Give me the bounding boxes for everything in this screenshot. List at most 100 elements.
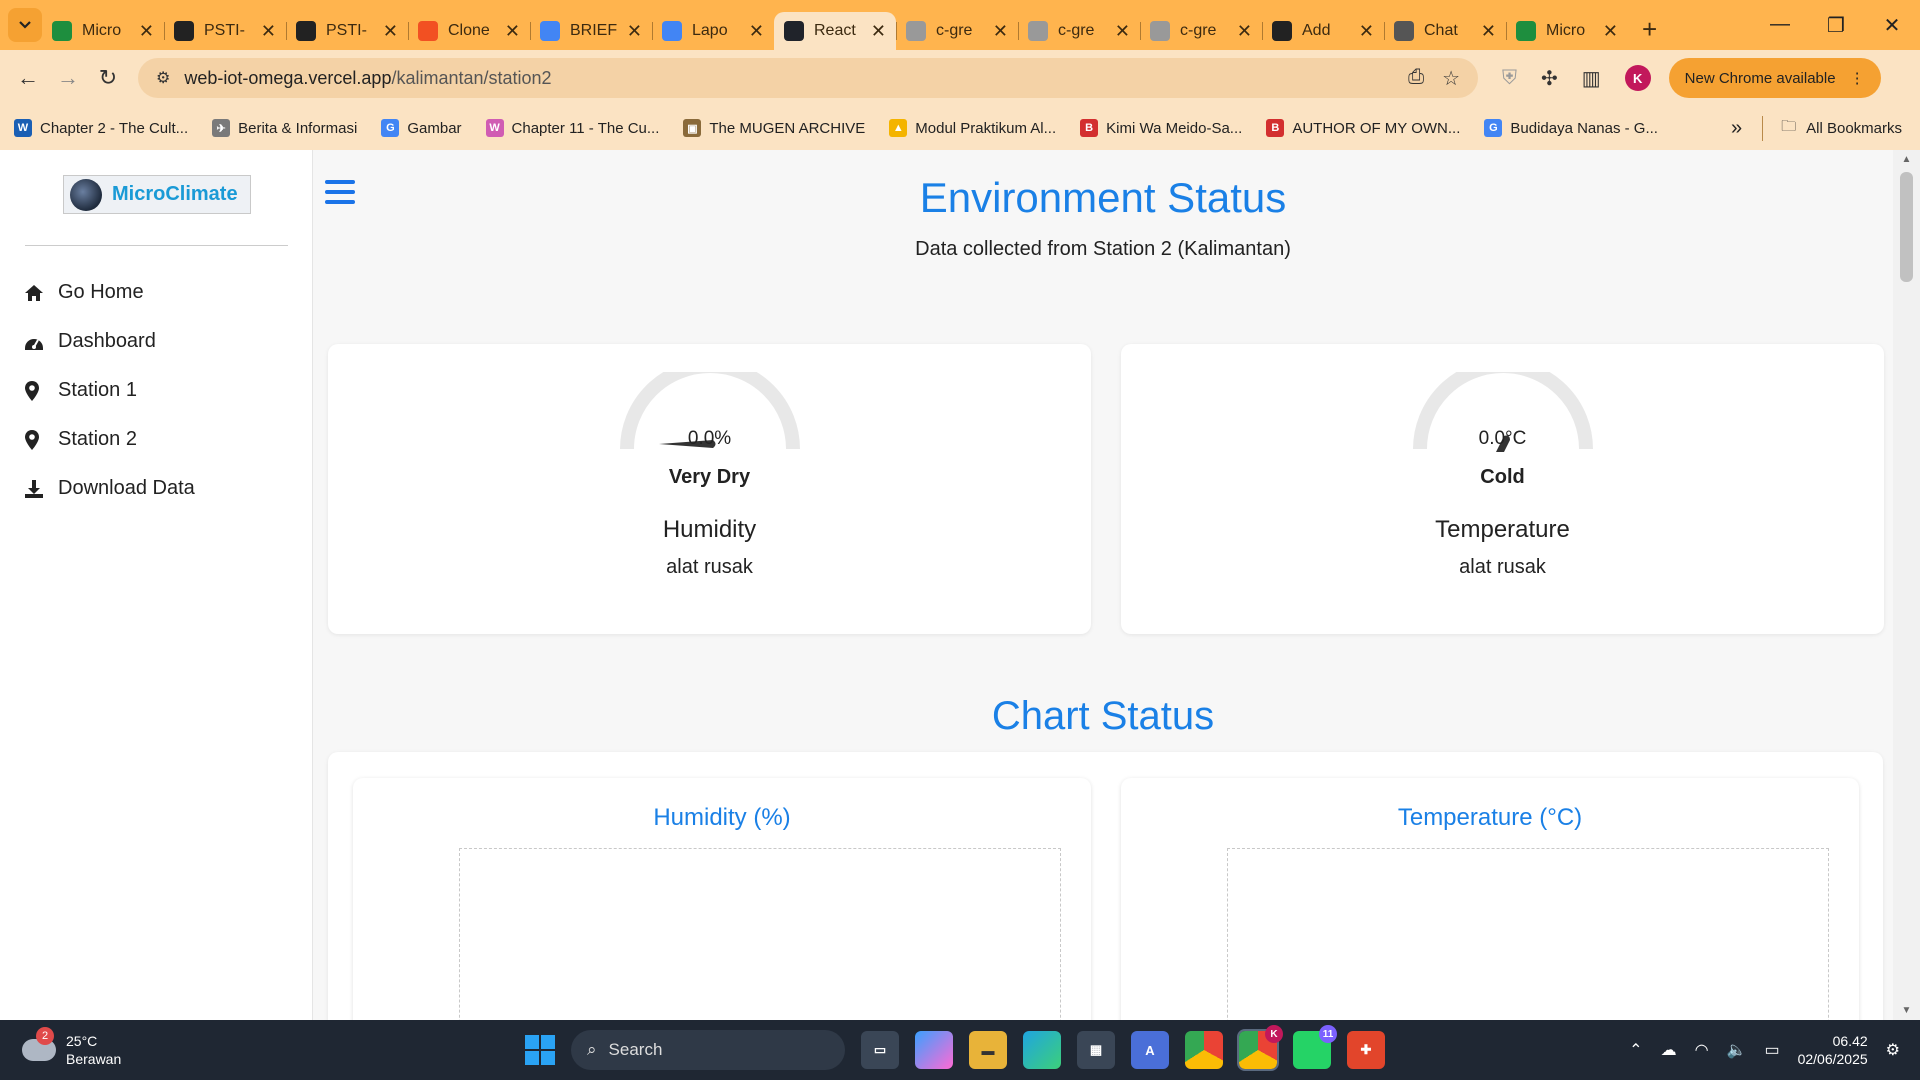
address-bar[interactable]: ⚙ web-iot-omega.vercel.app/kalimantan/st… [138, 58, 1478, 98]
close-tab-icon[interactable]: ✕ [1115, 21, 1130, 42]
volume-icon[interactable]: 🔈 [1727, 1040, 1747, 1060]
browser-tab[interactable]: PSTI- ✕ [164, 12, 286, 50]
close-tab-icon[interactable]: ✕ [627, 21, 642, 42]
close-tab-icon[interactable]: ✕ [871, 21, 886, 42]
chrome-update-button[interactable]: New Chrome available ⋮ [1668, 58, 1881, 98]
weather-temp: 25°C [66, 1033, 98, 1049]
edge-icon[interactable] [1023, 1031, 1061, 1069]
browser-tab[interactable]: React ✕ [774, 12, 896, 50]
close-tab-icon[interactable]: ✕ [383, 21, 398, 42]
store-icon[interactable]: ▦ [1077, 1031, 1115, 1069]
browser-tab[interactable]: Micro ✕ [1506, 12, 1628, 50]
sidebar-item-dashboard[interactable]: Dashboard [24, 317, 195, 366]
blogger-icon: B [1266, 119, 1285, 137]
bookmark-item[interactable]: W Chapter 11 - The Cu... [485, 119, 660, 137]
humidity-chart-area [459, 848, 1061, 1020]
scroll-down-icon[interactable]: ▼ [1893, 1005, 1920, 1016]
browser-tab[interactable]: BRIEF ✕ [530, 12, 652, 50]
bookmark-label: Kimi Wa Meido-Sa... [1106, 119, 1243, 137]
back-button[interactable]: ← [8, 65, 48, 91]
task-view-icon[interactable]: ▭ [861, 1031, 899, 1069]
taskbar-search[interactable]: ⌕ Search [571, 1030, 845, 1070]
profile-avatar[interactable]: K [1624, 65, 1651, 91]
bookmark-item[interactable]: B AUTHOR OF MY OWN... [1266, 119, 1460, 137]
browser-tab[interactable]: Micro ✕ [42, 12, 164, 50]
close-tab-icon[interactable]: ✕ [1359, 21, 1374, 42]
browser-tab[interactable]: c-gre ✕ [896, 12, 1018, 50]
browser-tab[interactable]: Lapo ✕ [652, 12, 774, 50]
whatsapp-icon[interactable]: 11 [1293, 1025, 1337, 1069]
copilot-icon[interactable] [915, 1031, 953, 1069]
update-label: New Chrome available [1684, 69, 1836, 87]
close-tab-icon[interactable]: ✕ [139, 21, 154, 42]
globe-icon [1150, 21, 1170, 41]
close-tab-icon[interactable]: ✕ [1481, 21, 1496, 42]
bookmark-label: Chapter 11 - The Cu... [511, 119, 660, 137]
bookmark-item[interactable]: W Chapter 2 - The Cult... [14, 119, 188, 137]
bookmark-item[interactable]: ✈ Berita & Informasi [212, 119, 357, 137]
browser-tab[interactable]: PSTI- ✕ [286, 12, 408, 50]
search-icon: ⌕ [587, 1040, 597, 1059]
onedrive-icon[interactable]: ☁ [1661, 1040, 1677, 1060]
all-bookmarks-button[interactable]: 🗀 All Bookmarks [1762, 115, 1902, 141]
chrome-icon[interactable] [1185, 1031, 1223, 1069]
github-icon [296, 21, 316, 41]
sidebar-item-station-1[interactable]: Station 1 [24, 366, 195, 415]
sidebar-item-station-2[interactable]: Station 2 [24, 415, 195, 464]
clock[interactable]: 06.42 02/06/2025 [1798, 1032, 1868, 1068]
side-panel-icon[interactable]: ▥ [1582, 66, 1601, 91]
reload-button[interactable]: ↻ [88, 65, 128, 91]
wifi-icon[interactable]: ◠ [1695, 1040, 1709, 1060]
page-scrollbar[interactable]: ▲ ▼ [1893, 150, 1920, 1020]
home-icon [24, 284, 58, 302]
close-tab-icon[interactable]: ✕ [1603, 21, 1618, 42]
browser-tab[interactable]: c-gre ✕ [1018, 12, 1140, 50]
maximize-button[interactable]: ❐ [1808, 13, 1864, 38]
browser-tab[interactable]: Clone ✕ [408, 12, 530, 50]
weather-widget[interactable]: 2 25°C Berawan [22, 1027, 121, 1068]
close-window-button[interactable]: ✕ [1864, 13, 1920, 38]
app-a-icon[interactable]: A [1131, 1031, 1169, 1069]
bookmark-item[interactable]: G Gambar [381, 119, 462, 137]
extension-shield-icon[interactable]: ⛨ [1502, 67, 1517, 90]
close-tab-icon[interactable]: ✕ [993, 21, 1008, 42]
close-tab-icon[interactable]: ✕ [749, 21, 764, 42]
minimize-button[interactable]: — [1752, 13, 1808, 38]
bookmark-item[interactable]: ▲ Modul Praktikum Al... [889, 119, 1056, 137]
bookmark-item[interactable]: G Budidaya Nanas - G... [1484, 119, 1658, 137]
app-logo[interactable]: MicroClimate [63, 175, 251, 214]
globe-icon [1028, 21, 1048, 41]
install-app-icon[interactable]: ⎙ [1408, 66, 1424, 91]
extensions-puzzle-icon[interactable]: ✣ [1541, 66, 1558, 91]
notifications-icon[interactable]: ⚙ [1886, 1040, 1900, 1060]
browser-tab[interactable]: Add ✕ [1262, 12, 1384, 50]
drive-icon: ▲ [889, 119, 908, 137]
close-tab-icon[interactable]: ✕ [261, 21, 276, 42]
bookmark-item[interactable]: ▣ The MUGEN ARCHIVE [683, 119, 865, 137]
microsoft-icon [418, 21, 438, 41]
browser-tab[interactable]: c-gre ✕ [1140, 12, 1262, 50]
scrollbar-thumb[interactable] [1900, 172, 1913, 282]
close-tab-icon[interactable]: ✕ [505, 21, 520, 42]
battery-icon[interactable]: ▭ [1764, 1040, 1779, 1060]
chevron-up-icon[interactable]: ⌃ [1629, 1040, 1642, 1060]
github-icon [174, 21, 194, 41]
bookmark-label: Gambar [407, 119, 462, 137]
forward-button[interactable]: → [48, 65, 88, 91]
temperature-gauge-card: 0.0°C Cold Temperature alat rusak [1121, 344, 1884, 634]
new-tab-button[interactable]: + [1642, 14, 1657, 45]
browser-tab[interactable]: Chat ✕ [1384, 12, 1506, 50]
scroll-up-icon[interactable]: ▲ [1893, 154, 1920, 165]
sidebar-item-download-data[interactable]: Download Data [24, 464, 195, 513]
windows-start-icon[interactable] [525, 1035, 555, 1065]
bookmark-item[interactable]: B Kimi Wa Meido-Sa... [1080, 119, 1242, 137]
site-settings-icon[interactable]: ⚙ [156, 68, 170, 88]
tab-search-button[interactable] [8, 8, 42, 42]
sidebar-item-go-home[interactable]: Go Home [24, 268, 195, 317]
app-red-icon[interactable]: ✚ [1347, 1031, 1385, 1069]
chrome-profile-icon[interactable]: K [1237, 1025, 1283, 1071]
file-explorer-icon[interactable]: ▬ [969, 1031, 1007, 1069]
bookmark-star-icon[interactable]: ☆ [1442, 66, 1460, 91]
more-bookmarks-icon[interactable]: » [1731, 117, 1742, 140]
close-tab-icon[interactable]: ✕ [1237, 21, 1252, 42]
